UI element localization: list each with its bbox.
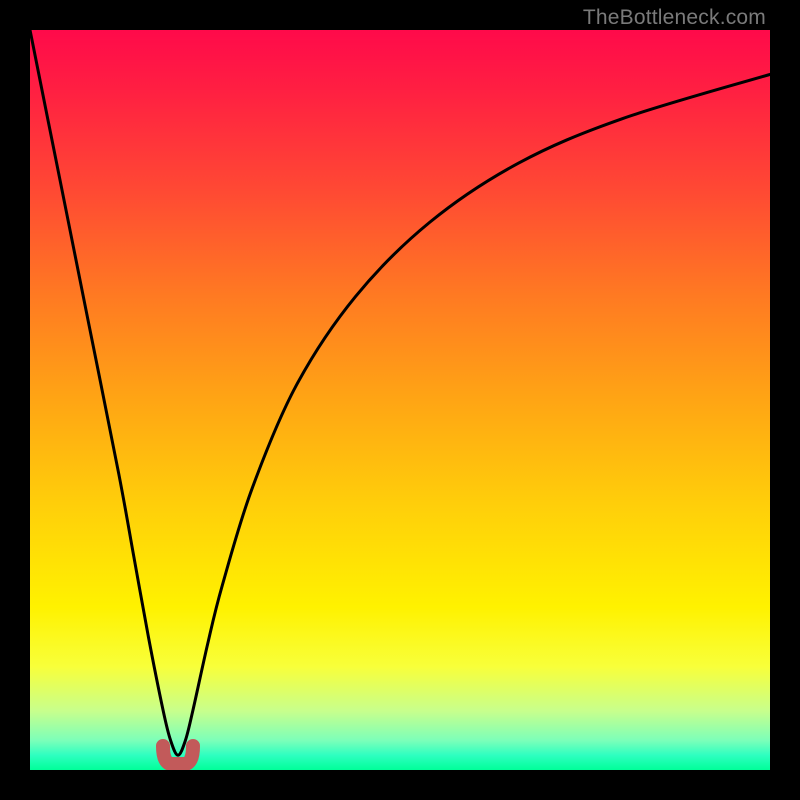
watermark-text: TheBottleneck.com — [583, 6, 766, 30]
chart-plot-area — [30, 30, 770, 770]
chart-curve-svg — [30, 30, 770, 770]
chart-curve — [30, 30, 770, 755]
chart-frame: TheBottleneck.com — [0, 0, 800, 800]
